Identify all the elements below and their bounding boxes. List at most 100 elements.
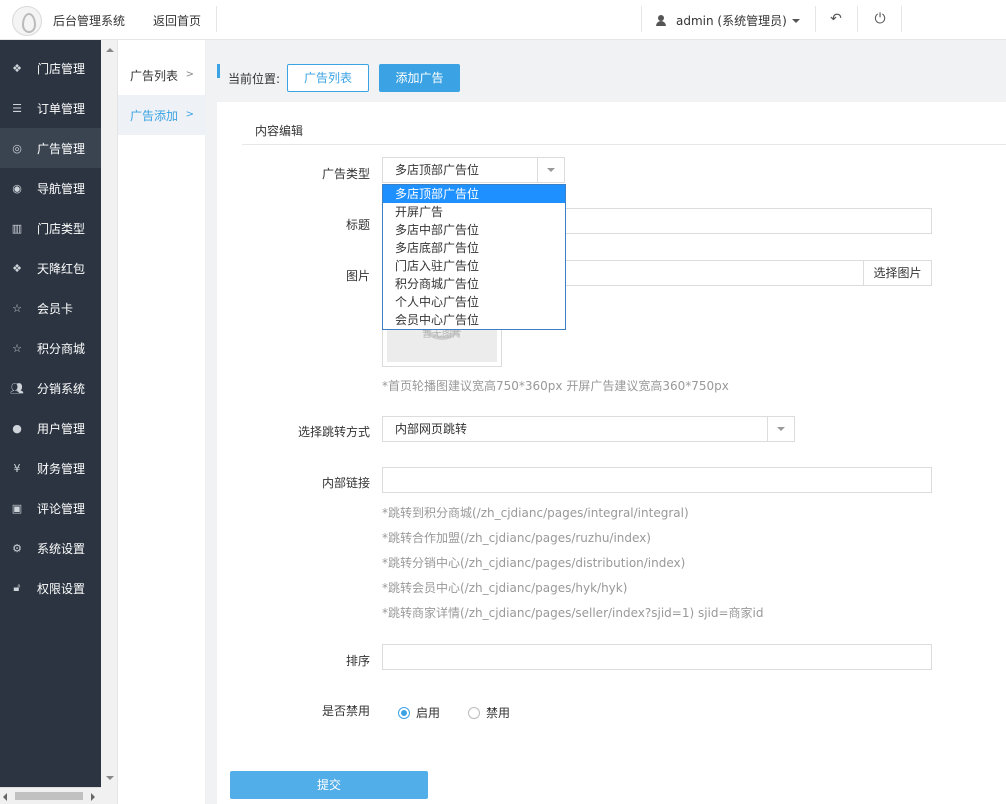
- main-content: 当前位置: 广告列表 添加广告 内容编辑 广告类型 多店顶部广告位 标题 图片 …: [206, 40, 1006, 804]
- sidebar-item-label: 财务管理: [37, 461, 86, 476]
- scrollbar-thumb[interactable]: [15, 792, 83, 800]
- submenu: 广告列表 > 广告添加 >: [118, 40, 206, 804]
- sidebar-item-member-card[interactable]: ☆ 会员卡: [0, 288, 101, 328]
- submenu-item-label: 广告列表: [130, 68, 179, 83]
- sidebar-item-distribution[interactable]: 👥︎ 分销系统: [0, 368, 101, 408]
- scroll-left-icon[interactable]: [3, 793, 7, 801]
- radio-disable[interactable]: 禁用: [468, 704, 510, 721]
- divider: [767, 417, 768, 441]
- vertical-scrollbar[interactable]: [101, 40, 118, 804]
- radio-enable[interactable]: 启用: [398, 704, 440, 721]
- divider: [815, 6, 816, 32]
- divider: [901, 6, 902, 32]
- power-icon[interactable]: ⏻: [872, 10, 888, 28]
- radio-disable-label: 禁用: [486, 706, 511, 720]
- divider: [216, 6, 217, 32]
- ad-type-option[interactable]: 门店入驻广告位: [383, 257, 565, 275]
- undo-icon[interactable]: ↶: [828, 10, 844, 28]
- sort-input[interactable]: [382, 644, 932, 670]
- logo-icon: [12, 6, 42, 36]
- ad-type-option[interactable]: 多店顶部广告位: [383, 185, 565, 203]
- ad-type-option[interactable]: 开屏广告: [383, 203, 565, 221]
- sort-label: 排序: [345, 654, 370, 668]
- sidebar-item-settings[interactable]: ⚙ 系统设置: [0, 528, 101, 568]
- image-label: 图片: [345, 269, 370, 283]
- user-label: admin (系统管理员): [676, 14, 787, 28]
- list-icon: ☰: [12, 101, 22, 115]
- lock-icon: 🔓︎: [13, 581, 21, 594]
- ad-type-option[interactable]: 会员中心广告位: [383, 311, 565, 329]
- system-title: 后台管理系统: [53, 14, 126, 28]
- ad-type-value: 多店顶部广告位: [395, 163, 480, 177]
- top-bar: 后台管理系统 返回首页 admin (系统管理员) ↶ ⏻: [0, 0, 1006, 40]
- internal-link-label: 内部链接: [321, 476, 370, 490]
- submit-button[interactable]: 提交: [230, 771, 428, 799]
- sidebar-item-red-packet[interactable]: ❖ 天降红包: [0, 248, 101, 288]
- sidebar-item-orders[interactable]: ☰ 订单管理: [0, 88, 101, 128]
- sidebar-item-label: 订单管理: [37, 101, 86, 116]
- sidebar-item-label: 门店类型: [37, 221, 86, 236]
- scroll-right-icon[interactable]: [91, 793, 95, 801]
- divider: [537, 158, 538, 182]
- radio-enable-label: 启用: [416, 706, 441, 720]
- scroll-down-icon[interactable]: [106, 776, 114, 780]
- sidebar-item-label: 门店管理: [37, 61, 86, 76]
- sidebar-item-users[interactable]: ● 用户管理: [0, 408, 101, 448]
- link-hint: *跳转合作加盟(/zh_cjdianc/pages/ruzhu/index): [382, 531, 651, 545]
- sidebar-item-label: 权限设置: [37, 581, 86, 596]
- ad-type-option[interactable]: 个人中心广告位: [383, 293, 565, 311]
- jump-type-label: 选择跳转方式: [297, 425, 370, 439]
- star-icon: ☆: [12, 301, 22, 315]
- title-label: 标题: [345, 218, 370, 232]
- add-ad-button[interactable]: 添加广告: [379, 64, 460, 92]
- ad-type-label: 广告类型: [321, 167, 370, 181]
- internal-link-input[interactable]: [382, 467, 932, 493]
- submenu-item-label: 广告添加: [130, 108, 179, 123]
- link-hint: *跳转到积分商城(/zh_cjdianc/pages/integral/inte…: [382, 506, 689, 520]
- sidebar-item-permissions[interactable]: 🔓︎ 权限设置: [0, 568, 101, 608]
- ad-type-option[interactable]: 多店底部广告位: [383, 239, 565, 257]
- sidebar-item-store-type[interactable]: ▥ 门店类型: [0, 208, 101, 248]
- sidebar-item-comments[interactable]: ▣ 评论管理: [0, 488, 101, 528]
- yen-icon: ¥: [13, 461, 21, 475]
- user-menu[interactable]: admin (系统管理员): [656, 12, 800, 29]
- ad-type-select[interactable]: 多店顶部广告位: [382, 157, 565, 183]
- sidebar-item-label: 天降红包: [37, 261, 86, 276]
- sidebar-item-ads[interactable]: ◎ 广告管理: [0, 128, 101, 168]
- ad-type-dropdown: 多店顶部广告位 开屏广告 多店中部广告位 多店底部广告位 门店入驻广告位 积分商…: [382, 184, 566, 330]
- sidebar-item-store[interactable]: ❖ 门店管理: [0, 48, 101, 88]
- horizontal-scrollbar[interactable]: [0, 787, 101, 804]
- chevron-down-icon: [777, 427, 785, 431]
- ad-type-option[interactable]: 多店中部广告位: [383, 221, 565, 239]
- sidebar: ❖ 门店管理 ☰ 订单管理 ◎ 广告管理 ◉ 导航管理 ▥ 门店类型 ❖ 天降红包 ☆ 会员卡…: [0, 40, 101, 804]
- sidebar-item-points-mall[interactable]: ☆ 积分商城: [0, 328, 101, 368]
- chevron-down-icon: [791, 18, 800, 23]
- star-icon: ☆: [12, 341, 22, 355]
- sidebar-item-label: 导航管理: [37, 181, 86, 196]
- image-size-hint: *首页轮播图建议宽高750*360px 开屏广告建议宽高360*750px: [382, 379, 729, 393]
- divider: [242, 144, 1006, 145]
- pick-image-button[interactable]: 选择图片: [863, 260, 932, 286]
- back-home-link[interactable]: 返回首页: [153, 12, 201, 29]
- submenu-item-ad-list[interactable]: 广告列表 >: [118, 55, 206, 95]
- gear-icon: ⚙: [12, 541, 22, 555]
- sidebar-item-label: 广告管理: [37, 141, 86, 156]
- scroll-up-icon[interactable]: [106, 48, 114, 52]
- sidebar-item-finance[interactable]: ¥ 财务管理: [0, 448, 101, 488]
- sidebar-item-nav[interactable]: ◉ 导航管理: [0, 168, 101, 208]
- jump-type-select[interactable]: 内部网页跳转: [382, 416, 795, 442]
- ad-type-option[interactable]: 积分商城广告位: [383, 275, 565, 293]
- ad-list-button[interactable]: 广告列表: [287, 64, 369, 92]
- jump-type-value: 内部网页跳转: [395, 422, 468, 436]
- breadcrumb-label: 当前位置:: [228, 72, 281, 86]
- bank-icon: ▥: [11, 221, 23, 235]
- submenu-item-ad-add[interactable]: 广告添加 >: [118, 95, 206, 135]
- radio-dot: [468, 706, 480, 719]
- cubes-icon: ❖: [12, 61, 22, 75]
- sidebar-item-label: 会员卡: [37, 301, 74, 316]
- divider: [857, 6, 858, 32]
- radio-dot: [398, 706, 410, 719]
- link-hint: *跳转分销中心(/zh_cjdianc/pages/distribution/i…: [382, 556, 686, 570]
- breadcrumb-marker: [217, 64, 220, 78]
- cubes-icon: ❖: [12, 261, 22, 275]
